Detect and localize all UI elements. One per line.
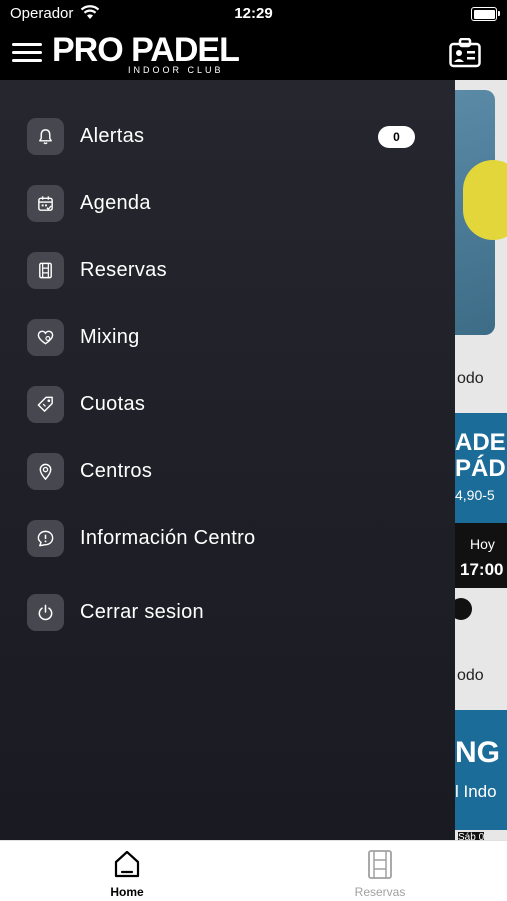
- banner2-title: NG: [455, 736, 500, 769]
- menu-item-cerrar-sesion[interactable]: Cerrar sesion: [27, 593, 427, 633]
- promo-image: [455, 90, 507, 335]
- info-chat-icon: [27, 520, 64, 557]
- promo-banner[interactable]: ADEL PÁD 4,90-5: [455, 413, 507, 523]
- section-label-2: odo: [457, 667, 484, 684]
- bell-icon: [27, 118, 64, 155]
- banner2-sub: l Indo: [455, 782, 497, 801]
- menu-item-label: Alertas: [80, 125, 145, 147]
- status-bar: Operador 12:29: [0, 0, 507, 28]
- tab-home[interactable]: Home: [67, 841, 187, 901]
- member-card-icon[interactable]: [449, 38, 481, 68]
- slot-day: Hoy: [470, 536, 495, 552]
- menu-item-label: Agenda: [80, 192, 151, 214]
- background-content: odo ADEL PÁD 4,90-5 Hoy 17:00 odo NG l I…: [455, 80, 507, 840]
- battery-icon: [471, 7, 500, 21]
- power-icon: [27, 594, 64, 631]
- menu-item-label: Centros: [80, 460, 153, 482]
- slot-time: 17:00: [460, 560, 504, 579]
- menu-item-informacion-centro[interactable]: Información Centro: [27, 519, 427, 559]
- calendar-icon: [27, 185, 64, 222]
- menu-item-alertas[interactable]: Alertas 0: [27, 117, 427, 157]
- menu-item-label: Cerrar sesion: [80, 601, 204, 623]
- tag-icon: [27, 386, 64, 423]
- promo-banner-2[interactable]: NG l Indo: [455, 710, 507, 830]
- logo-sub: INDOOR CLUB: [128, 65, 224, 75]
- heart-icon: [27, 319, 64, 356]
- tab-reservas[interactable]: Reservas: [320, 841, 440, 901]
- app-logo: PRO PADEL INDOOR CLUB: [52, 30, 240, 76]
- banner-title-2: PÁD: [455, 455, 506, 482]
- side-drawer-menu: Alertas 0 Agenda Reservas Mixing Cuotas …: [0, 80, 455, 840]
- menu-item-label: Cuotas: [80, 393, 146, 415]
- banner-title: ADEL: [455, 429, 507, 456]
- clock: 12:29: [234, 5, 273, 22]
- menu-item-centros[interactable]: Centros: [27, 452, 427, 492]
- menu-item-label: Mixing: [80, 326, 140, 348]
- menu-item-label: Reservas: [80, 259, 167, 281]
- tab-label: Home: [110, 885, 144, 899]
- tab-label: Reservas: [354, 885, 406, 899]
- slot2-day: Sáb 0: [458, 832, 485, 840]
- alert-count-badge: 0: [378, 126, 415, 148]
- film-icon: [27, 252, 64, 289]
- film-icon: [368, 850, 392, 879]
- menu-item-mixing[interactable]: Mixing: [27, 318, 427, 358]
- menu-item-label: Información Centro: [80, 527, 256, 549]
- app-header: PRO PADEL INDOOR CLUB: [0, 28, 507, 80]
- bottom-tab-bar: Home Reservas: [0, 840, 507, 901]
- slot-card[interactable]: Hoy 17:00: [455, 523, 507, 588]
- slot-action-icon[interactable]: [455, 598, 472, 620]
- banner-price: 4,90-5: [455, 487, 495, 503]
- location-pin-icon: [27, 453, 64, 490]
- logo-main: PRO PADEL: [52, 31, 240, 69]
- menu-item-reservas[interactable]: Reservas: [27, 251, 427, 291]
- menu-item-agenda[interactable]: Agenda: [27, 184, 427, 224]
- section-label: odo: [457, 370, 484, 387]
- menu-item-cuotas[interactable]: Cuotas: [27, 385, 427, 425]
- hamburger-menu-icon[interactable]: [12, 40, 42, 64]
- padel-ball: [463, 160, 507, 240]
- home-icon: [114, 850, 140, 878]
